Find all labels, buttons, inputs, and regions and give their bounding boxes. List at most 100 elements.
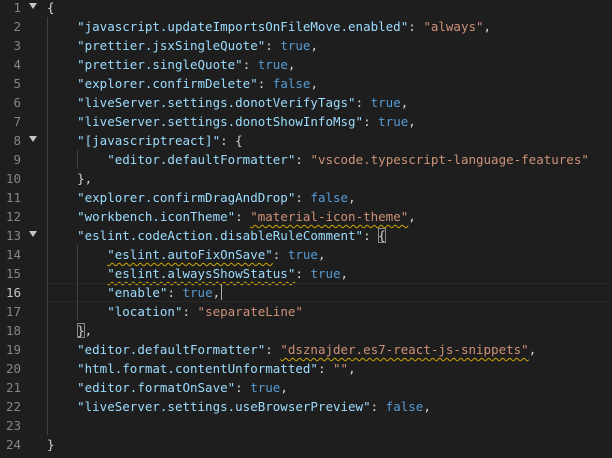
code-token: : <box>257 76 273 91</box>
code-token: "[javascriptreact]" <box>77 133 221 148</box>
code-token: , <box>408 209 416 224</box>
code-token: : <box>295 152 311 167</box>
code-token: : <box>272 247 288 262</box>
code-token: "location" <box>107 304 183 319</box>
code-token: : <box>370 399 386 414</box>
code-token: "prettier.singleQuote" <box>77 57 243 72</box>
editor-line[interactable]: 13 "eslint.codeAction.disableRuleComment… <box>0 226 612 245</box>
line-number: 13 <box>5 228 21 243</box>
line-number: 19 <box>5 342 21 357</box>
code-token: , <box>483 19 492 34</box>
code-token: , <box>317 247 326 262</box>
code-token: "explorer.confirmDelete" <box>77 76 258 91</box>
code-token: "html.format.contentUnformatted" <box>77 361 318 376</box>
line-number: 15 <box>5 266 21 281</box>
code-token: true <box>370 95 401 110</box>
code-editor[interactable]: 1{2 "javascript.updateImportsOnFileMove.… <box>0 0 612 458</box>
editor-line[interactable]: 20 "html.format.contentUnformatted": "", <box>0 359 612 378</box>
code-text: "javascript.updateImportsOnFileMove.enab… <box>47 17 491 36</box>
code-token: "liveServer.settings.donotShowInfoMsg" <box>77 114 364 129</box>
code-token: , <box>340 266 349 281</box>
line-number: 12 <box>5 209 21 224</box>
code-text: "html.format.contentUnformatted": "", <box>47 359 356 378</box>
editor-line[interactable]: 15 "eslint.alwaysShowStatus": true, <box>0 264 612 283</box>
code-text: "location": "separateLine" <box>47 302 303 321</box>
editor-line[interactable]: 10 }, <box>0 169 612 188</box>
editor-line[interactable]: 3 "prettier.jsxSingleQuote": true, <box>0 36 612 55</box>
code-token: , <box>280 380 288 395</box>
code-text: "liveServer.settings.donotShowInfoMsg": … <box>47 112 416 131</box>
code-token: : <box>355 95 371 110</box>
code-text: "[javascriptreact]": { <box>47 131 243 150</box>
editor-line[interactable]: 23 <box>0 416 612 435</box>
code-token: , <box>348 361 356 376</box>
code-text: "prettier.singleQuote": true, <box>47 55 295 74</box>
editor-line[interactable]: 24} <box>0 435 612 454</box>
code-token: true <box>280 38 311 53</box>
code-text: "explorer.confirmDragAndDrop": false, <box>47 188 356 207</box>
code-text: "eslint.codeAction.disableRuleComment": … <box>47 226 386 245</box>
editor-line[interactable]: 6 "liveServer.settings.donotVerifyTags":… <box>0 93 612 112</box>
editor-line[interactable]: 16 "enable": true, <box>0 283 612 302</box>
code-token: false <box>310 190 349 205</box>
code-token: : <box>235 380 251 395</box>
line-number: 5 <box>13 76 21 91</box>
editor-line[interactable]: 9 "editor.defaultFormatter": "vscode.typ… <box>0 150 612 169</box>
code-token: "enable" <box>107 285 168 300</box>
code-token: , <box>287 57 296 72</box>
code-token: "eslint.autoFixOnSave" <box>107 247 273 262</box>
code-token: "separateLine" <box>197 304 303 319</box>
editor-line[interactable]: 2 "javascript.updateImportsOnFileMove.en… <box>0 17 612 36</box>
line-number: 22 <box>5 399 21 414</box>
code-token: : <box>408 19 424 34</box>
code-text: "eslint.autoFixOnSave": true, <box>47 245 326 264</box>
editor-line[interactable]: 21 "editor.formatOnSave": true, <box>0 378 612 397</box>
editor-line[interactable]: 17 "location": "separateLine" <box>0 302 612 321</box>
code-token: "vscode.typescript-language-features" <box>310 152 589 167</box>
code-token: "editor.formatOnSave" <box>77 380 236 395</box>
fold-chevron-icon[interactable] <box>29 136 37 142</box>
code-text: { <box>47 0 55 17</box>
code-token: "material-icon-theme" <box>250 209 409 224</box>
code-text: "editor.formatOnSave": true, <box>47 378 288 397</box>
editor-line[interactable]: 1{ <box>0 0 612 17</box>
editor-line[interactable]: 7 "liveServer.settings.donotShowInfoMsg"… <box>0 112 612 131</box>
editor-line[interactable]: 18 }, <box>0 321 612 340</box>
fold-chevron-icon[interactable] <box>29 3 37 9</box>
line-number: 2 <box>13 19 21 34</box>
code-token: "workbench.iconTheme" <box>77 209 236 224</box>
editor-line[interactable]: 4 "prettier.singleQuote": true, <box>0 55 612 74</box>
line-number: 1 <box>13 0 21 15</box>
code-token: "javascript.updateImportsOnFileMove.enab… <box>77 19 409 34</box>
text-cursor <box>221 285 223 300</box>
editor-line[interactable]: 5 "explorer.confirmDelete": false, <box>0 74 612 93</box>
editor-line[interactable]: 14 "eslint.autoFixOnSave": true, <box>0 245 612 264</box>
editor-line[interactable]: 8 "[javascriptreact]": { <box>0 131 612 150</box>
code-token: true <box>182 285 213 300</box>
code-token: : <box>265 38 281 53</box>
code-token: , <box>84 323 93 338</box>
code-token: true <box>378 114 409 129</box>
code-token: , <box>348 190 356 205</box>
code-token: , <box>212 285 221 300</box>
code-text: "liveServer.settings.useBrowserPreview":… <box>47 397 431 416</box>
code-text: }, <box>47 169 92 188</box>
fold-chevron-icon[interactable] <box>29 231 37 237</box>
editor-line[interactable]: 19 "editor.defaultFormatter": "dsznajder… <box>0 340 612 359</box>
code-token: "prettier.jsxSingleQuote" <box>77 38 266 53</box>
editor-line[interactable]: 11 "explorer.confirmDragAndDrop": false, <box>0 188 612 207</box>
indent-guide <box>47 416 48 435</box>
code-token: : <box>235 209 251 224</box>
code-token: : { <box>220 133 243 148</box>
code-token: , <box>310 76 318 91</box>
code-text: "prettier.jsxSingleQuote": true, <box>47 36 318 55</box>
editor-line[interactable]: 12 "workbench.iconTheme": "material-icon… <box>0 207 612 226</box>
code-token: } <box>47 437 55 452</box>
editor-line[interactable]: 22 "liveServer.settings.useBrowserPrevie… <box>0 397 612 416</box>
